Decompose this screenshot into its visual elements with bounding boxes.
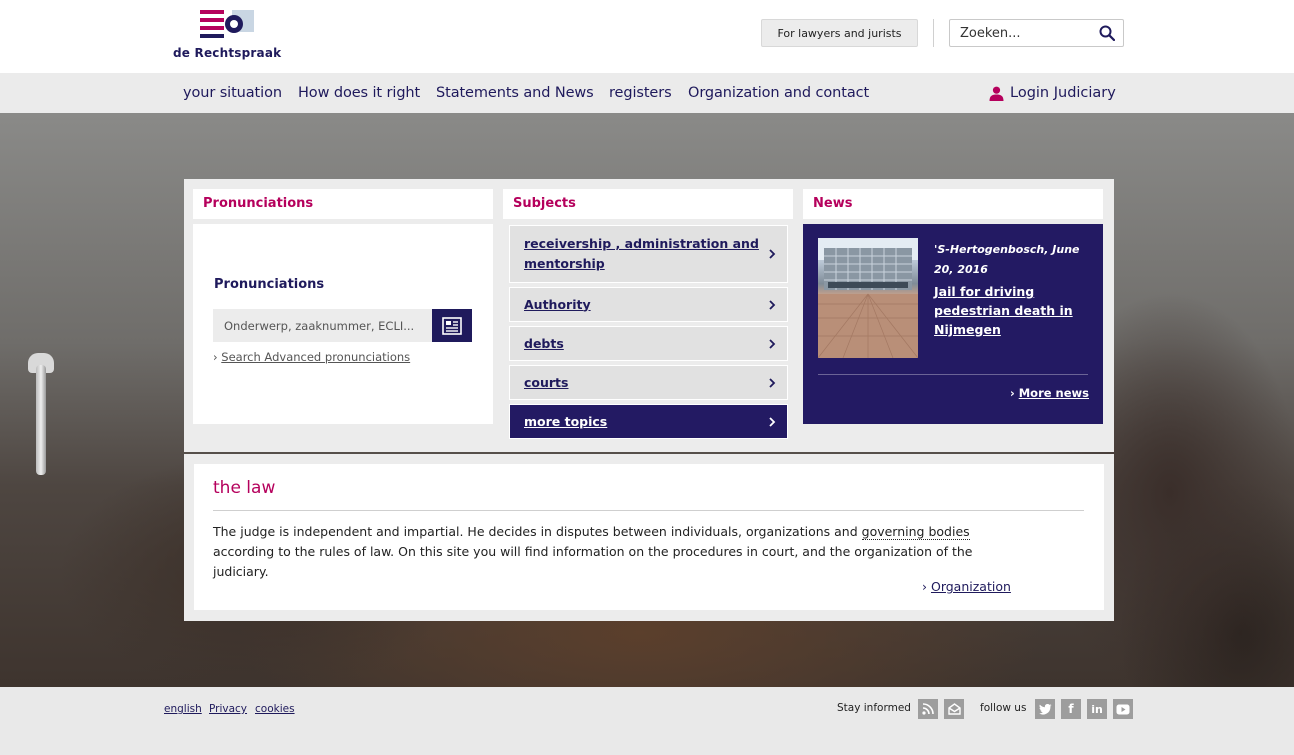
youtube-icon[interactable] xyxy=(1113,699,1133,719)
news-image[interactable] xyxy=(818,238,918,358)
nav-item-your-situation[interactable]: your situation xyxy=(183,85,282,101)
brand-name: de Rechtspraak xyxy=(173,46,282,60)
nav-item-registers[interactable]: registers xyxy=(609,85,672,101)
linkedin-icon[interactable]: in xyxy=(1087,699,1107,719)
law-divider xyxy=(213,510,1084,511)
footer-link-privacy[interactable]: Privacy xyxy=(209,703,247,715)
chevron-right-icon xyxy=(769,299,776,310)
facebook-icon[interactable]: f xyxy=(1061,699,1081,719)
main-nav: your situation How does it right Stateme… xyxy=(0,73,1294,113)
pronunciations-heading: Pronunciations xyxy=(193,189,493,219)
follow-us-label: follow us xyxy=(980,702,1027,714)
news-card: 'S-Hertogenbosch, June 20, 2016 Jail for… xyxy=(803,224,1103,424)
law-panel: the law The judge is independent and imp… xyxy=(184,454,1114,621)
law-text-part: The judge is independent and impartial. … xyxy=(213,524,862,539)
more-news-link[interactable]: › More news xyxy=(1010,386,1089,400)
pronunciations-card: Pronunciations › Search Advanced pronunc… xyxy=(193,224,493,424)
subject-label: receivership , administration and mentor… xyxy=(524,236,759,271)
news-heading: News xyxy=(803,189,1103,219)
chevron-right-icon xyxy=(769,249,776,259)
subject-item-debts[interactable]: debts xyxy=(509,326,788,361)
chevron-right-icon: › xyxy=(1009,386,1019,400)
pronunciations-search-button[interactable] xyxy=(432,309,472,342)
search-input[interactable] xyxy=(950,20,1095,46)
document-search-icon xyxy=(442,316,462,335)
twitter-icon[interactable] xyxy=(1035,699,1055,719)
law-title: the law xyxy=(213,478,276,498)
organization-link[interactable]: › Organization xyxy=(922,579,1011,594)
organization-label: Organization xyxy=(930,579,1011,594)
pronunciations-title: Pronunciations xyxy=(214,277,325,292)
subject-item-more-topics[interactable]: more topics xyxy=(509,404,788,439)
chevron-right-icon xyxy=(769,377,776,388)
site-header: de Rechtspraak For lawyers and jurists xyxy=(0,0,1294,73)
search-box xyxy=(949,19,1124,47)
login-label: Login Judiciary xyxy=(1010,85,1116,101)
stay-informed-label: Stay informed xyxy=(837,702,911,714)
law-text-part: according to the rules of law. On this s… xyxy=(213,544,973,579)
subject-label: more topics xyxy=(524,413,608,429)
news-divider xyxy=(818,374,1088,375)
subject-item-authority[interactable]: Authority xyxy=(509,287,788,322)
search-icon[interactable] xyxy=(1099,25,1115,41)
chevron-right-icon xyxy=(769,338,776,349)
footer-link-cookies[interactable]: cookies xyxy=(255,703,295,715)
portal-panel: Pronunciations Pronunciations › Search A… xyxy=(184,179,1114,452)
news-title-link[interactable]: Jail for driving pedestrian death in Nij… xyxy=(934,282,1099,339)
user-icon xyxy=(989,86,1004,101)
nav-item-how-does-it-right[interactable]: How does it right xyxy=(298,85,420,101)
login-link[interactable]: Login Judiciary xyxy=(989,85,1116,101)
subject-label: courts xyxy=(524,374,569,390)
chevron-right-icon: › xyxy=(922,579,931,594)
subject-label: debts xyxy=(524,335,564,351)
subjects-heading: Subjects xyxy=(503,189,793,219)
chevron-right-icon xyxy=(769,416,776,427)
rss-icon[interactable] xyxy=(918,699,938,719)
nav-item-organization-and-contact[interactable]: Organization and contact xyxy=(688,85,869,101)
lamp-stand-decoration xyxy=(36,365,46,475)
subject-label: Authority xyxy=(524,296,591,312)
newsletter-icon[interactable] xyxy=(944,699,964,719)
header-divider xyxy=(933,19,934,47)
more-news-label: More news xyxy=(1018,386,1089,400)
site-logo[interactable]: de Rechtspraak xyxy=(173,8,293,64)
rechtspraak-logo-icon xyxy=(200,10,254,38)
subject-item-courts[interactable]: courts xyxy=(509,365,788,400)
footer-link-english[interactable]: english xyxy=(164,703,202,715)
news-date: 'S-Hertogenbosch, June 20, 2016 xyxy=(934,243,1080,276)
law-description: The judge is independent and impartial. … xyxy=(213,522,1013,582)
nav-item-statements-and-news[interactable]: Statements and News xyxy=(436,85,594,101)
law-card: the law The judge is independent and imp… xyxy=(194,464,1104,610)
courthouse-photo xyxy=(818,238,918,358)
advanced-search-label[interactable]: Search Advanced pronunciations xyxy=(221,350,410,364)
pronunciations-search-input[interactable] xyxy=(213,309,432,342)
governing-bodies-term[interactable]: governing bodies xyxy=(861,524,970,540)
site-footer: english Privacy cookies Stay informed fo… xyxy=(0,687,1294,755)
subject-item-receivership[interactable]: receivership , administration and mentor… xyxy=(509,225,788,283)
lawyers-button[interactable]: For lawyers and jurists xyxy=(761,19,918,47)
advanced-search-link[interactable]: › Search Advanced pronunciations xyxy=(213,350,410,364)
